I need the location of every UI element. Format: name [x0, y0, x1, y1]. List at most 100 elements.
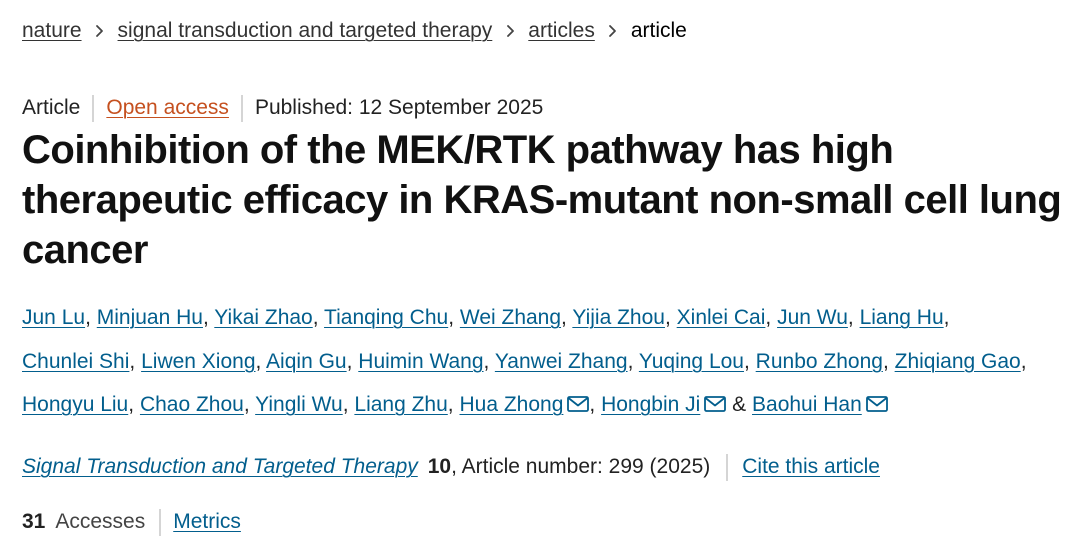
- author-item: Liang Zhu,: [354, 393, 453, 416]
- metrics-link[interactable]: Metrics: [173, 508, 241, 536]
- author-separator: ,: [128, 393, 135, 416]
- author-item: Wei Zhang,: [460, 306, 567, 329]
- author-separator: ,: [561, 306, 567, 329]
- author-item: Hongbin Ji: [601, 393, 727, 416]
- divider: [159, 508, 162, 536]
- author-separator: ,: [448, 306, 455, 329]
- author-link[interactable]: Liang Zhu: [354, 393, 447, 416]
- author-separator: ,: [664, 306, 671, 329]
- mail-icon[interactable]: [567, 384, 590, 412]
- author-link[interactable]: Jun Wu: [777, 306, 848, 329]
- author-link[interactable]: Yanwei Zhang: [495, 350, 628, 373]
- author-link[interactable]: Hongyu Liu: [22, 393, 128, 416]
- author-link[interactable]: Wei Zhang: [460, 306, 561, 329]
- author-link[interactable]: Chunlei Shi: [22, 350, 129, 373]
- author-separator: ,: [847, 306, 854, 329]
- author-separator: ,: [882, 349, 889, 373]
- published-date: Published: 12 September 2025: [254, 96, 544, 119]
- author-link[interactable]: Yikai Zhao: [214, 306, 312, 329]
- author-link[interactable]: Baohui Han: [752, 393, 862, 416]
- author-link[interactable]: Tianqing Chu: [324, 306, 448, 329]
- author-link[interactable]: Yijia Zhou: [572, 306, 665, 329]
- author-link[interactable]: Hongbin Ji: [601, 393, 700, 416]
- author-link[interactable]: Chao Zhou: [140, 393, 244, 416]
- author-link[interactable]: Minjuan Hu: [97, 306, 203, 329]
- author-link[interactable]: Xinlei Cai: [677, 306, 766, 329]
- author-item: Xinlei Cai,: [677, 306, 772, 329]
- author-last-separator: &: [732, 393, 747, 416]
- author-separator: ,: [447, 393, 454, 416]
- author-separator: ,: [483, 349, 490, 373]
- author-item: Baohui Han: [752, 393, 888, 416]
- author-item: Liwen Xiong,: [141, 350, 261, 373]
- mail-icon[interactable]: [704, 384, 727, 412]
- author-item: Yijia Zhou,: [572, 306, 670, 329]
- author-item: Liang Hu,: [860, 306, 950, 329]
- author-item: Chao Zhou,: [140, 393, 250, 416]
- author-separator: ,: [312, 306, 319, 329]
- open-access-link[interactable]: Open access: [106, 94, 229, 122]
- author-link[interactable]: Hua Zhong: [459, 393, 563, 416]
- volume-number: 10: [427, 455, 452, 478]
- author-separator: ,: [627, 349, 634, 373]
- author-separator: ,: [943, 306, 950, 329]
- author-item: Minjuan Hu,: [97, 306, 209, 329]
- author-item: Yanwei Zhang,: [495, 350, 634, 373]
- chevron-right-icon: [595, 17, 631, 45]
- article-number: , Article number: 299 (2025): [451, 455, 711, 478]
- author-separator: ,: [85, 306, 91, 329]
- mail-icon[interactable]: [865, 384, 888, 412]
- author-item: Hua Zhong,: [459, 393, 595, 416]
- journal-link[interactable]: Signal Transduction and Targeted Therapy: [22, 453, 418, 481]
- accesses-count: 31: [22, 510, 46, 533]
- author-item: Chunlei Shi,: [22, 350, 135, 373]
- author-item: Yikai Zhao,: [214, 306, 318, 329]
- author-separator: ,: [129, 349, 136, 373]
- breadcrumb: nature signal transduction and targeted …: [22, 17, 687, 45]
- cite-this-article-link[interactable]: Cite this article: [742, 453, 880, 481]
- author-separator: ,: [202, 306, 209, 329]
- author-item: Zhiqiang Gao,: [895, 350, 1027, 373]
- author-link[interactable]: Huimin Wang: [358, 350, 483, 373]
- author-separator: ,: [765, 306, 772, 329]
- article-meta: Article Open access Published: 12 Septem…: [22, 94, 543, 122]
- author-link[interactable]: Jun Lu: [22, 306, 85, 329]
- author-item: Yuqing Lou,: [639, 350, 750, 373]
- metrics-line: 31 Accesses Metrics: [22, 508, 241, 536]
- author-link[interactable]: Yuqing Lou: [639, 350, 744, 373]
- divider: [92, 94, 95, 122]
- author-item: Hongyu Liu,: [22, 393, 134, 416]
- author-list: Jun Lu, Minjuan Hu, Yikai Zhao, Tianqing…: [22, 296, 1062, 427]
- author-separator: ,: [255, 349, 262, 373]
- author-separator: ,: [342, 393, 349, 416]
- author-item: Tianqing Chu,: [324, 306, 454, 329]
- article-title: Coinhibition of the MEK/RTK pathway has …: [22, 128, 1062, 272]
- divider: [240, 94, 243, 122]
- author-link[interactable]: Zhiqiang Gao: [895, 350, 1021, 373]
- author-item: Yingli Wu,: [255, 393, 348, 416]
- author-link[interactable]: Liwen Xiong: [141, 350, 255, 373]
- author-link[interactable]: Liang Hu: [860, 306, 944, 329]
- author-item: Huimin Wang,: [358, 350, 489, 373]
- author-separator: ,: [243, 393, 250, 416]
- chevron-right-icon: [82, 17, 118, 45]
- breadcrumb-item-articles[interactable]: articles: [528, 17, 595, 45]
- chevron-right-icon: [492, 17, 528, 45]
- author-item: Runbo Zhong,: [756, 350, 889, 373]
- author-separator: ,: [589, 393, 596, 416]
- breadcrumb-item-nature[interactable]: nature: [22, 17, 82, 45]
- breadcrumb-item-journal[interactable]: signal transduction and targeted therapy: [118, 17, 493, 45]
- author-separator: ,: [1020, 349, 1027, 373]
- author-item: Jun Wu,: [777, 306, 854, 329]
- author-link[interactable]: Aiqin Gu: [266, 350, 347, 373]
- author-item: Jun Lu,: [22, 306, 91, 329]
- divider: [726, 453, 729, 481]
- article-type: Article: [22, 96, 81, 119]
- author-separator: ,: [346, 349, 353, 373]
- author-item: Aiqin Gu,: [266, 350, 352, 373]
- author-link[interactable]: Runbo Zhong: [756, 350, 883, 373]
- citation-line: Signal Transduction and Targeted Therapy…: [22, 453, 880, 481]
- author-link[interactable]: Yingli Wu: [255, 393, 343, 416]
- author-separator: ,: [743, 349, 750, 373]
- accesses-label: Accesses: [55, 510, 146, 533]
